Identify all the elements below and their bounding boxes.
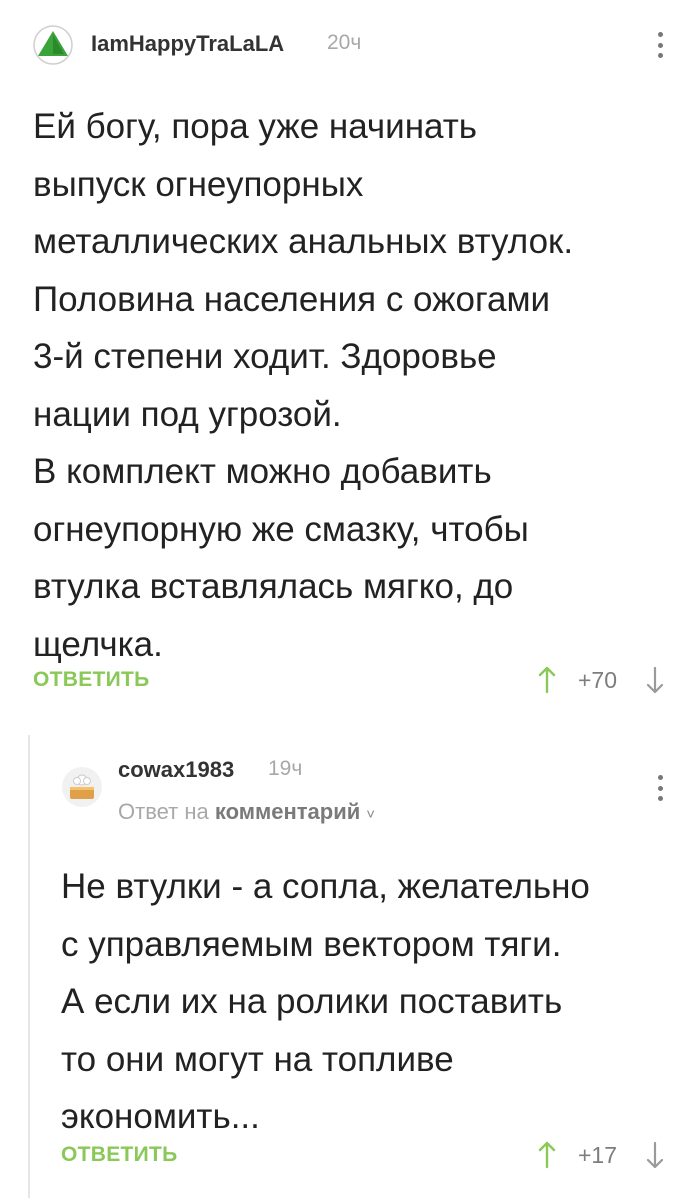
comment: cowax1983 19ч Ответ на комментарий ˅ Не в…	[0, 710, 700, 1198]
comment-text-line: 3-й степени ходит. Здоровье	[33, 337, 497, 376]
comment-body: Ей богу, пора уже начинать выпуск огнеуп…	[33, 98, 673, 673]
more-options-icon[interactable]	[650, 29, 670, 61]
comment-text-line: А если их на ролики поставить	[61, 982, 563, 1021]
reply-button[interactable]: ОТВЕТИТЬ	[61, 1143, 178, 1167]
rating-score: +70	[578, 666, 618, 693]
comment-time: 19ч	[268, 757, 303, 780]
comment-text-line: Не втулки - а сопла, желательно	[61, 867, 590, 906]
rating-score: +17	[578, 1141, 618, 1168]
reply-to-target: комментарий	[214, 799, 361, 824]
comment-text-line: Половина населения с ожогами	[33, 279, 551, 319]
downvote-arrow-icon[interactable]	[644, 665, 666, 695]
comment-text-line: нации под угрозой.	[33, 394, 342, 434]
comment-text-line: металлических анальных втулок.	[33, 222, 574, 261]
comment-text-line: то они могут на топливе	[61, 1039, 454, 1079]
comment-text-line: Ей богу, пора уже начинать	[33, 107, 478, 146]
comment-text-line: экономить...	[61, 1097, 260, 1136]
comment-author[interactable]: cowax1983	[118, 757, 234, 783]
comment-text-line: втулка вставлялась мягко, до	[33, 567, 514, 606]
comment-text-line: выпуск огнеупорных	[33, 164, 364, 204]
upvote-arrow-icon[interactable]	[536, 665, 558, 695]
comment: IamHappyTraLaLA 20ч Ей богу, пора уже на…	[0, 0, 700, 710]
comment-rating: +17	[536, 1140, 666, 1170]
downvote-arrow-icon[interactable]	[644, 1140, 666, 1170]
user-avatar-icon[interactable]	[61, 766, 103, 808]
reply-to-prefix: Ответ на	[118, 799, 209, 824]
reply-button[interactable]: ОТВЕТИТЬ	[33, 668, 150, 692]
user-avatar-icon[interactable]	[33, 25, 73, 65]
comment-text-line: В комплект можно добавить	[33, 452, 492, 491]
comment-body: Не втулки - а сопла, желательно с управл…	[61, 858, 686, 1146]
reply-to-link[interactable]: Ответ на комментарий ˅	[118, 799, 375, 825]
more-options-icon[interactable]	[650, 772, 670, 804]
comment-text-line: с управляемым вектором тяги.	[61, 924, 562, 964]
comment-text-line: огнеупорную же смазку, чтобы	[33, 509, 529, 549]
comment-author[interactable]: IamHappyTraLaLA	[91, 31, 284, 57]
comment-rating: +70	[536, 665, 666, 695]
upvote-arrow-icon[interactable]	[536, 1140, 558, 1170]
comment-time: 20ч	[327, 31, 362, 54]
chevron-down-icon: ˅	[366, 806, 376, 823]
